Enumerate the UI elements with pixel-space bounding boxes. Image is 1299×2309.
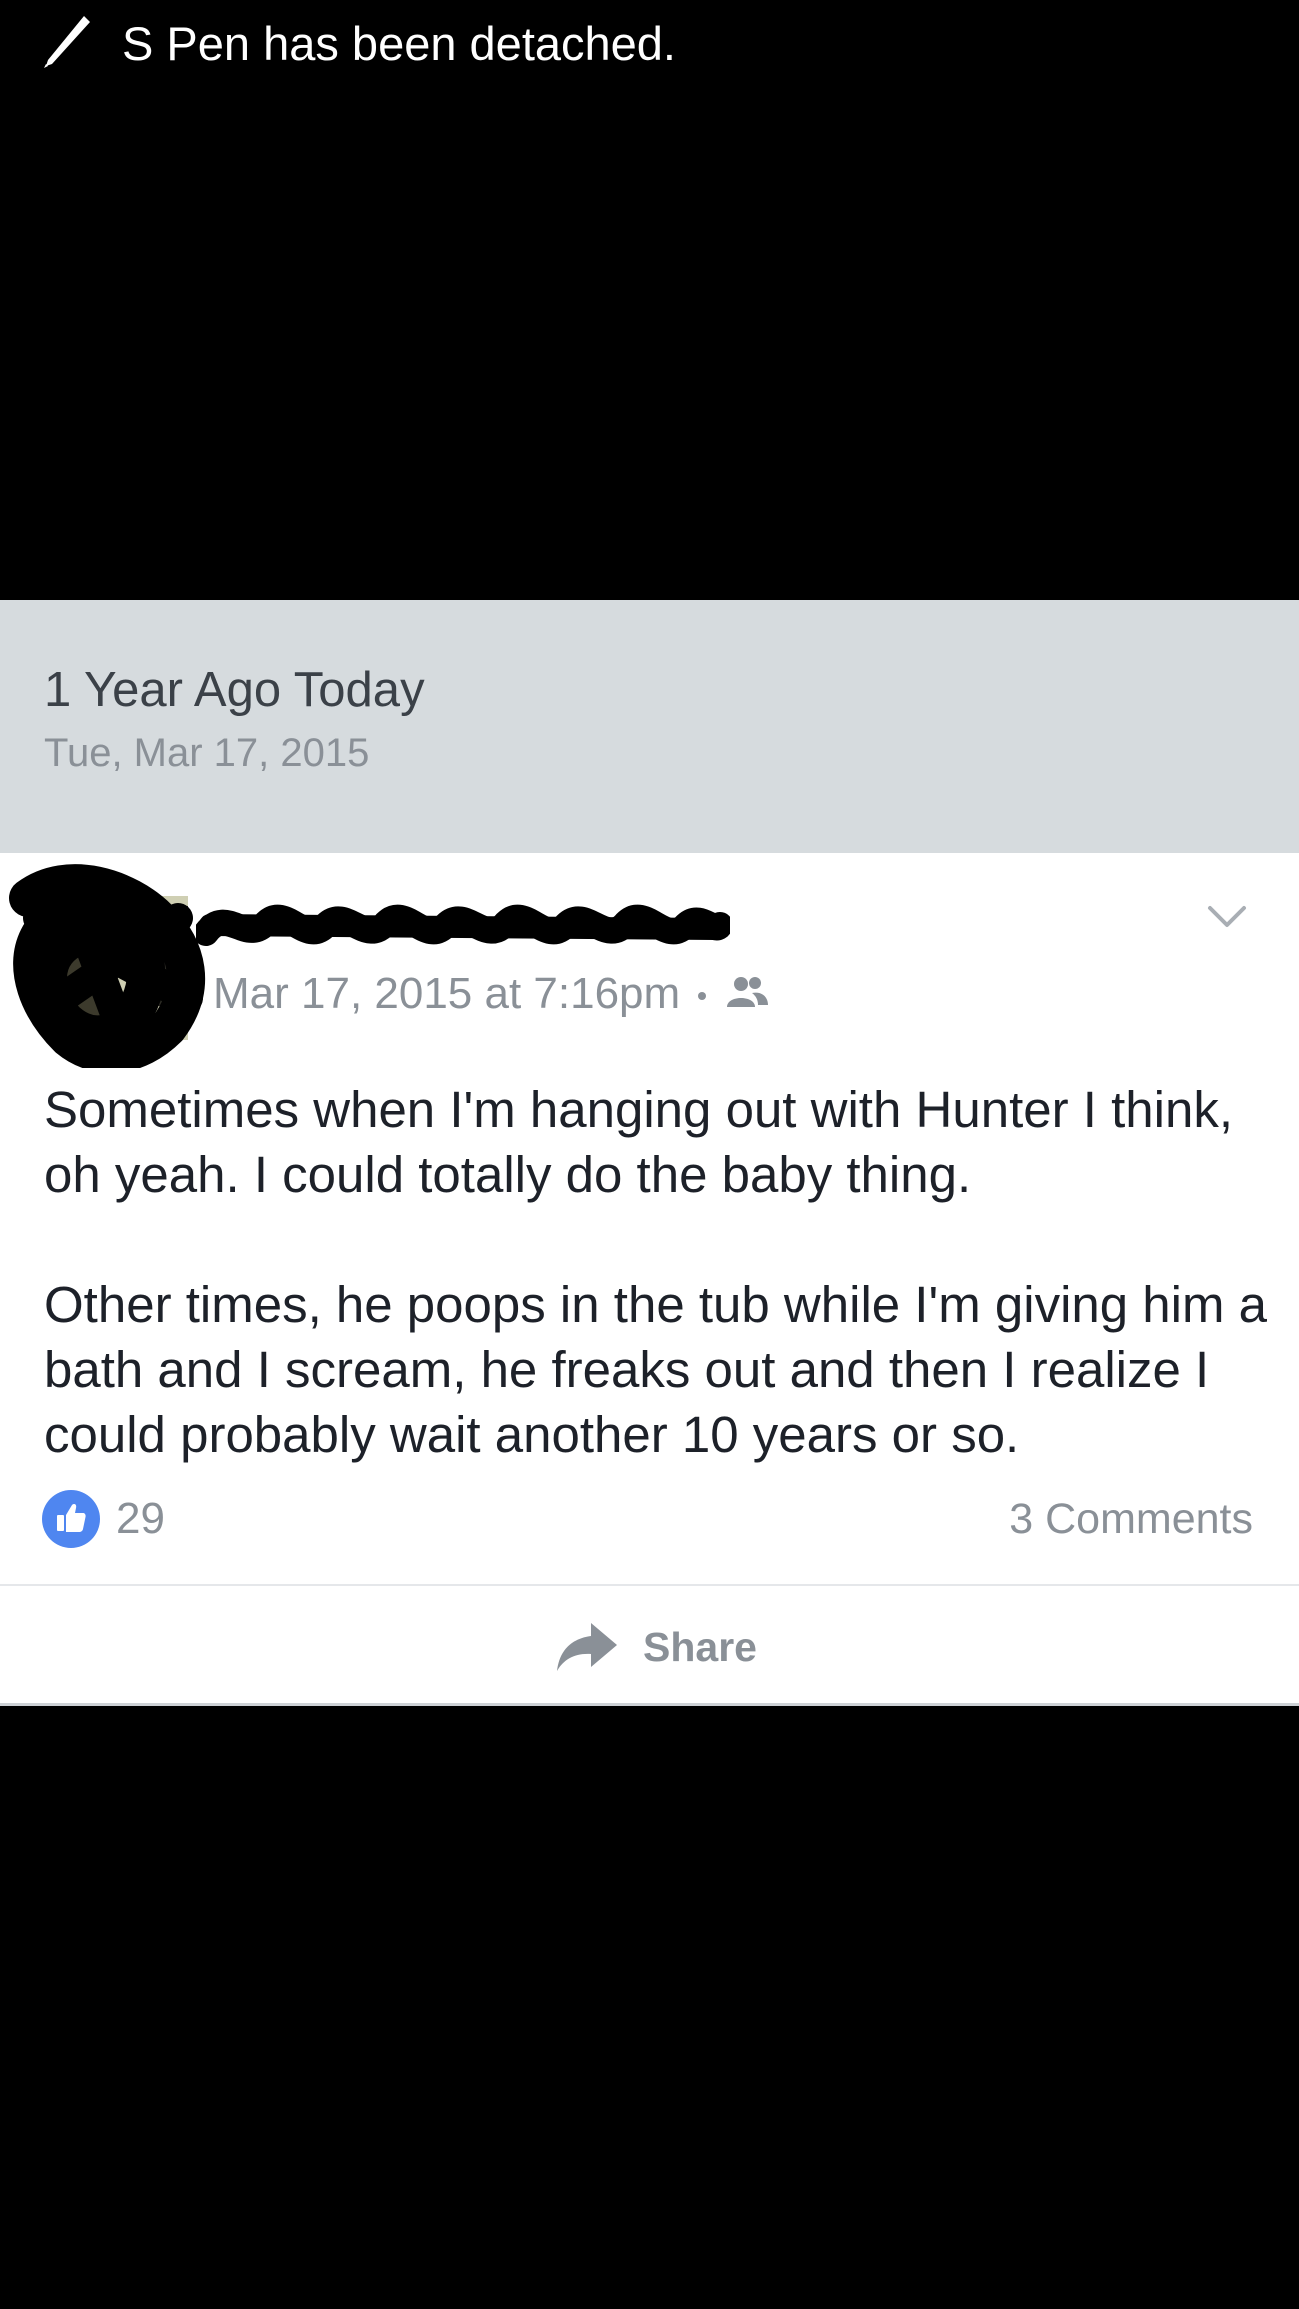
card-bottom-border [0, 1703, 1299, 1706]
post-body: Sometimes when I'm hanging out with Hunt… [44, 1077, 1274, 1467]
comment-count[interactable]: 3 Comments [1009, 1490, 1253, 1548]
friends-icon [727, 977, 769, 1007]
memory-header [0, 600, 1299, 853]
share-arrow-icon [557, 1623, 617, 1671]
name-redaction-scribble [196, 904, 730, 946]
memory-date: Tue, Mar 17, 2015 [44, 731, 370, 775]
share-button[interactable]: Share [555, 1612, 757, 1682]
notification-text: S Pen has been detached. [122, 17, 676, 70]
post-paragraph: Other times, he poops in the tub while I… [44, 1276, 1268, 1463]
pen-icon [44, 16, 90, 68]
memory-title: 1 Year Ago Today [44, 663, 425, 717]
post-timestamp[interactable]: Mar 17, 2015 at 7:16pm [213, 966, 680, 1022]
like-count[interactable]: 29 [116, 1490, 165, 1548]
chevron-down-icon[interactable] [1206, 902, 1248, 932]
separator-dot [698, 992, 707, 1000]
spen-notification: S Pen has been detached. [0, 0, 1299, 90]
share-label: Share [643, 1623, 757, 1670]
divider [0, 1584, 1299, 1586]
post-paragraph: Sometimes when I'm hanging out with Hunt… [44, 1081, 1233, 1203]
thumbs-up-icon[interactable] [42, 1490, 100, 1548]
post-meta: Mar 17, 2015 at 7:16pm [213, 966, 770, 1022]
redaction-scribble [9, 864, 206, 1068]
